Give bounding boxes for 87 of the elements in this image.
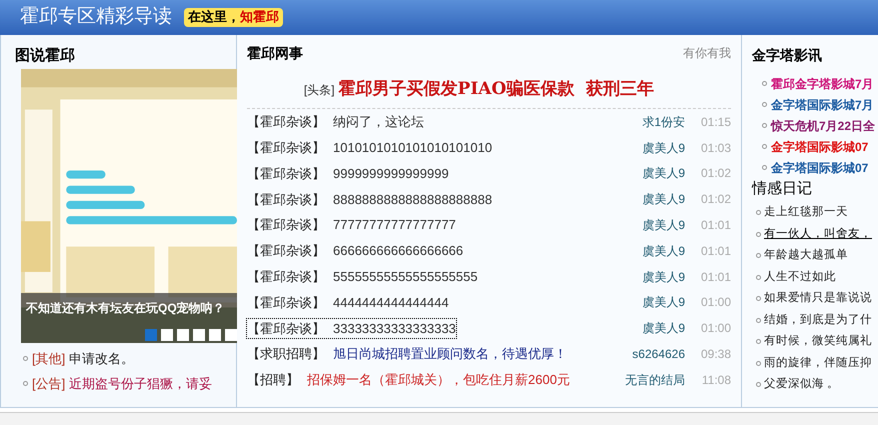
header-title: 霍邱专区精彩导读 [20,5,172,30]
section-title: 情感日记 [752,179,813,199]
slogan-badge: 在这里，知霍邱 [184,8,283,28]
headline-link[interactable]: 霍邱男子买假发PIAO骗医保款 获刑三年 [338,77,654,102]
author-link[interactable]: 虞美人9 [642,293,685,312]
topic-link[interactable]: 招保姆一名（霍邱城关），包吃住月薪2600元 [307,370,570,390]
headline-tag: [头条] [304,81,335,99]
post-time: 01:00 [700,320,731,338]
topic-link[interactable]: 55555555555555555555 [333,266,478,286]
post-time: 01:01 [700,217,731,234]
diary-link[interactable]: 年龄越大越孤单 [764,247,848,264]
topic-link[interactable]: 9999999999999999 [333,164,449,184]
author-link[interactable]: 求1份安 [642,112,685,131]
bullet-icon [762,123,767,128]
author-link[interactable]: 虞美人9 [642,138,685,157]
topic-link[interactable]: 8888888888888888888888 [333,190,492,210]
post-time: 01:01 [700,242,731,260]
bullet-icon [756,296,761,302]
panel-title: 金字塔影讯 [752,46,823,65]
diary-link[interactable]: 如果爱情只是靠说说 [764,290,872,308]
post-time: 01:15 [700,114,731,131]
notice-tag[interactable]: [其他] [32,349,66,368]
movie-link[interactable]: 霍邱金字塔影城7月 [771,74,874,92]
category-label[interactable]: 【霍邱杂谈】 [247,241,333,261]
post-time: 01:02 [700,191,731,208]
category-label[interactable]: 【霍邱杂谈】 [247,215,333,235]
topic-link[interactable]: 1010101010101010101010 [333,138,492,158]
topic-link[interactable]: 666666666666666666 [333,241,464,261]
bullet-icon [762,81,767,86]
post-time: 11:08 [700,372,731,389]
bullet-icon [756,382,761,388]
diary-link[interactable]: 结婚，到底是为了什 [764,312,872,329]
category-label[interactable]: 【霍邱杂谈】 [247,318,333,338]
diary-link[interactable]: 走上红毯那一天 [764,204,848,222]
movie-link[interactable]: 金字塔国际影城07 [771,138,868,156]
bullet-icon [756,232,761,237]
bullet-icon [756,339,761,344]
diary-link[interactable]: 有时候，微笑纯属礼 [764,333,872,350]
author-link[interactable]: 虞美人9 [642,242,685,260]
topic-link[interactable]: 旭日尚城招聘置业顾问数名，待遇优厚！ [333,344,567,364]
topic-link[interactable]: 4444444444444444 [333,292,449,312]
diary-link[interactable]: 有一伙人，叫舍友， [764,226,872,243]
author-link[interactable]: 虞美人9 [642,216,685,234]
author-link[interactable]: s6264626 [632,345,685,364]
post-time: 01:00 [700,294,731,312]
category-label[interactable]: 【霍邱杂谈】 [247,292,333,312]
author-link[interactable]: 无言的结局 [625,370,685,389]
movie-link[interactable]: 惊天危机7月22日全 [771,116,876,134]
post-time: 01:01 [700,268,731,286]
bullet-icon [756,318,761,323]
topic-link[interactable]: 77777777777777777 [333,215,456,235]
bullet-icon [756,360,761,366]
category-label[interactable]: 【求职招聘】 [247,344,333,364]
category-label[interactable]: 【霍邱杂谈】 [247,164,333,184]
movie-link[interactable]: 金字塔国际影城07 [771,158,868,176]
author-link[interactable]: 虞美人9 [642,268,685,286]
category-label[interactable]: 【霍邱杂谈】 [247,266,333,286]
post-time: 01:02 [700,165,731,182]
post-time: 01:03 [700,140,731,157]
topic-link[interactable]: 33333333333333333 [333,318,456,338]
topic-link[interactable]: 纳闷了，这论坛 [333,112,424,132]
notice-link[interactable]: 近期盗号份子猖獗，请妥 [69,374,212,393]
bullet-icon [23,380,28,386]
bullet-icon [762,165,767,170]
bullet-icon [756,210,761,216]
category-label[interactable]: 【招聘】 [247,370,307,390]
slide-caption: 不知道还有木有坛友在玩QQ宠物呐？ [24,300,226,317]
bullet-icon [756,274,761,280]
bullet-icon [23,356,28,362]
category-label[interactable]: 【霍邱杂谈】 [247,138,333,158]
diary-link[interactable]: 人生不过如此 [764,268,836,286]
post-time: 09:38 [700,346,731,364]
notice-link[interactable]: 申请改名。 [69,349,134,368]
author-link[interactable]: 虞美人9 [642,164,685,182]
author-link[interactable]: 虞美人9 [642,319,685,338]
bullet-icon [756,253,761,258]
diary-link[interactable]: 父爱深似海 。 [764,376,840,394]
bullet-icon [762,144,767,149]
category-label[interactable]: 【霍邱杂谈】 [247,190,333,210]
notice-tag[interactable]: [公告] [32,374,66,393]
movie-link[interactable]: 金字塔国际影城7月 [771,96,874,114]
panel-title: 霍邱网事 [247,44,303,62]
diary-link[interactable]: 雨的旋律，伴随压抑 [764,354,872,372]
author-link[interactable]: 虞美人9 [642,190,685,208]
panel-title: 图说霍邱 [14,46,76,66]
category-label[interactable]: 【霍邱杂谈】 [247,112,333,132]
bullet-icon [762,102,767,107]
